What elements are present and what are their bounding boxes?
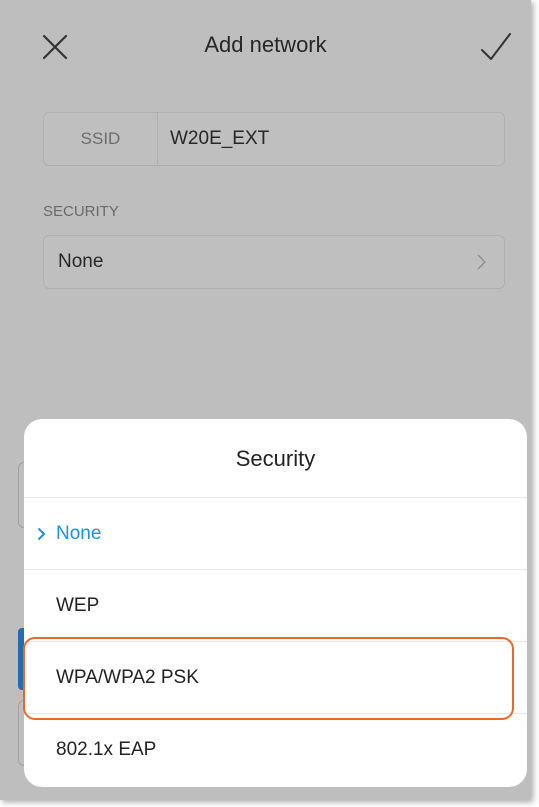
- sheet-title: Security: [24, 419, 527, 498]
- security-option-eap[interactable]: 802.1x EAP: [24, 714, 527, 786]
- security-option-wep[interactable]: WEP: [24, 570, 527, 642]
- add-network-screen: Add network SSID W20E_EXT SECURITY None …: [0, 0, 531, 800]
- selected-chevron-icon: [37, 527, 46, 541]
- security-option-none[interactable]: None: [24, 498, 527, 570]
- option-label: 802.1x EAP: [56, 739, 157, 760]
- option-label: WEP: [56, 595, 100, 616]
- option-label: None: [56, 523, 102, 544]
- security-sheet: Security None WEP WPA/WPA2 PSK 802.1x EA…: [24, 419, 527, 787]
- highlight-outline: [23, 637, 514, 720]
